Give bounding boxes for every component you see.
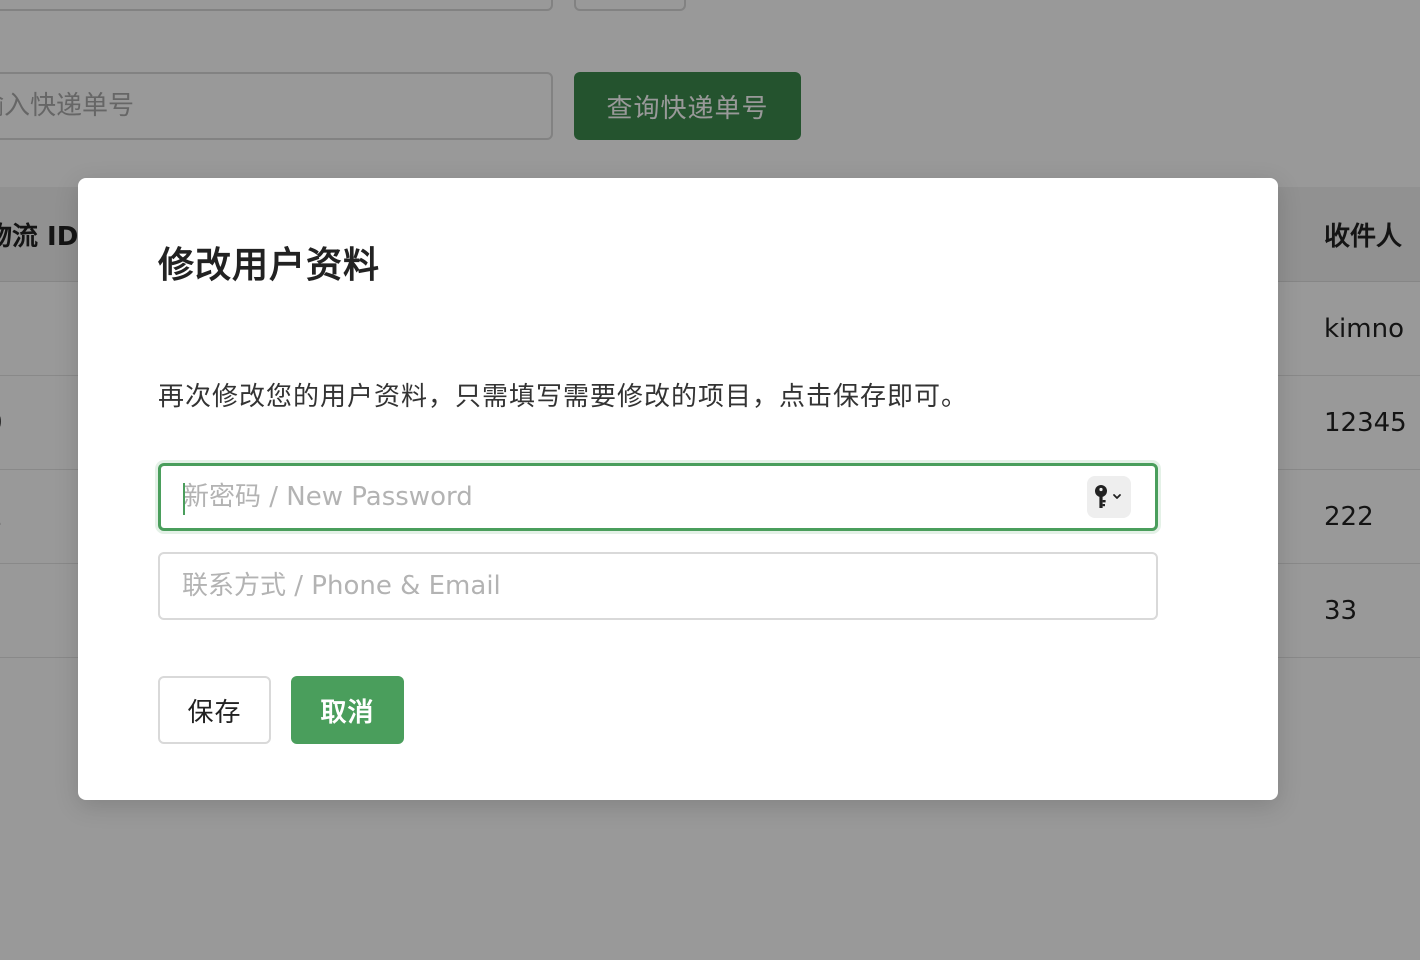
contact-field[interactable] xyxy=(158,552,1158,620)
dialog-title: 修改用户资料 xyxy=(158,245,381,286)
key-icon xyxy=(1095,485,1121,508)
contact-input[interactable] xyxy=(160,554,1156,618)
new-password-input[interactable] xyxy=(161,466,1155,528)
new-password-field[interactable] xyxy=(158,463,1158,531)
save-button[interactable]: 保存 xyxy=(158,676,271,744)
dialog-description: 再次修改您的用户资料，只需填写需要修改的项目，点击保存即可。 xyxy=(158,382,969,412)
edit-profile-dialog: 修改用户资料 再次修改您的用户资料，只需填写需要修改的项目，点击保存即可。 保存… xyxy=(78,178,1278,800)
text-caret xyxy=(183,483,185,515)
cancel-button[interactable]: 取消 xyxy=(291,676,404,744)
password-autofill-button[interactable] xyxy=(1087,476,1131,518)
